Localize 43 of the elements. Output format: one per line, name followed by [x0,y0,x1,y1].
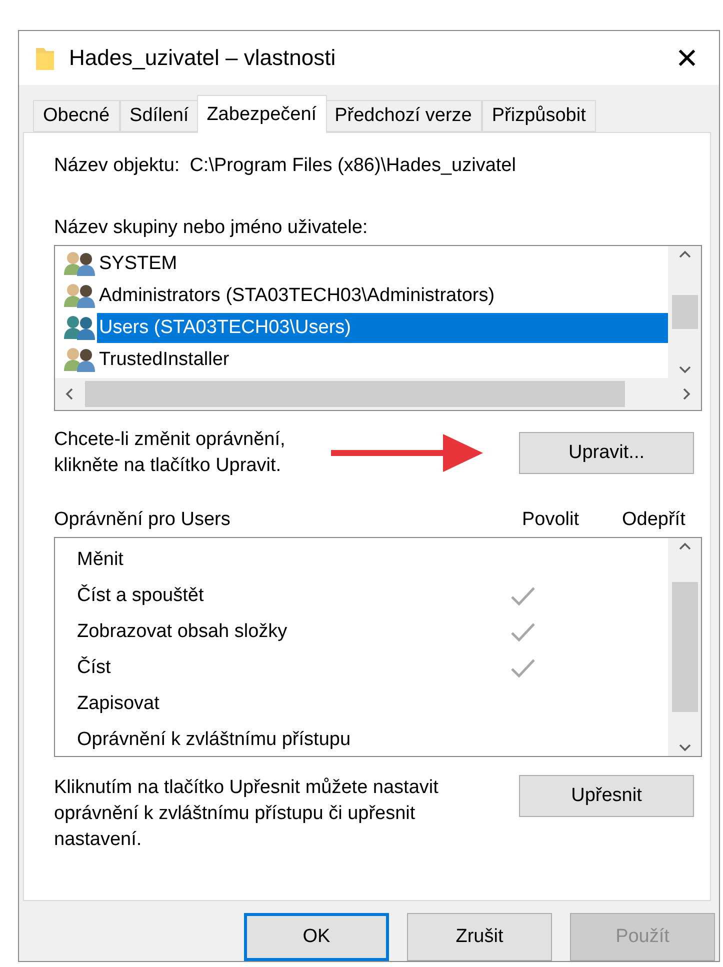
tab[interactable]: Sdílení [120,100,199,132]
scrollbar-thumb[interactable] [672,582,698,712]
advanced-hint: Kliknutím na tlačítko Upřesnit můžete nastavit oprávnění k zvláštnímu přístupu či upřesnit nastavení. [54,776,440,852]
allow-column-header: Povolit [522,509,580,531]
scrollbar-thumb[interactable] [85,381,625,407]
permissions-label: Oprávnění pro Users [54,509,232,531]
scrollbar-thumb[interactable] [672,295,698,329]
folder-icon [35,45,55,71]
users-icon [63,347,97,373]
check-icon [510,657,536,679]
permission-name: Zobrazovat obsah složky [77,621,288,643]
advanced-button[interactable]: Upřesnit [519,775,694,817]
permission-name: Zapisovat [77,693,160,715]
object-path: C:\Program Files (x86)\Hades_uzivatel [190,155,516,177]
permission-name: Oprávnění k zvláštnímu přístupu [77,729,352,751]
users-icon [63,283,97,309]
tab[interactable]: Obecné [33,100,120,132]
permission-name: Číst [77,657,112,679]
tab[interactable]: Předchozí verze [324,100,482,132]
dialog-button[interactable]: OK [244,913,389,961]
vertical-scrollbar[interactable] [668,246,701,378]
group-list-label: Název skupiny nebo jméno uživatele: [54,217,369,239]
object-name-label: Název objektu: [54,155,180,177]
close-button[interactable]: ✕ [659,31,715,85]
permission-name: Měnit [77,549,124,571]
edit-button[interactable]: Upravit... [519,432,694,474]
check-icon [510,621,536,643]
check-icon [510,585,536,607]
tab[interactable]: Zabezpečení [196,95,327,133]
dialog-button[interactable]: Zrušit [407,913,552,961]
deny-column-header: Odepřít [622,509,686,531]
window-title: Hades_uzivatel – vlastnosti [69,45,337,71]
group-item[interactable]: Administrators (STA03TECH03\Administrators) [97,281,668,311]
group-item[interactable]: Users (STA03TECH03\Users) [97,313,668,343]
edit-hint: Chcete-li změnit oprávnění, klikněte na tlačítko Upravit. [54,428,286,478]
horizontal-scrollbar[interactable] [55,378,701,410]
users-icon [63,251,97,277]
group-item[interactable]: TrustedInstaller [97,345,668,375]
group-item[interactable]: SYSTEM [97,249,668,279]
vertical-scrollbar[interactable] [668,538,701,756]
tab[interactable]: Přizpůsobit [482,100,596,132]
permission-name: Číst a spouštět [77,585,205,607]
users-icon [63,315,97,341]
